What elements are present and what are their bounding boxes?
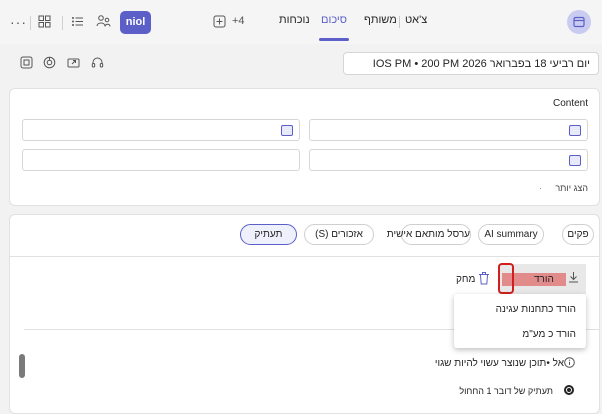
- content-heading: Content: [552, 98, 588, 109]
- more-options-icon[interactable]: ···: [10, 15, 27, 29]
- download-menu-item-vtt[interactable]: הורד כ מע"מ: [522, 329, 576, 340]
- chip-recap[interactable]: פקים: [562, 224, 594, 245]
- add-tab-count[interactable]: +4: [232, 15, 245, 27]
- meeting-avatar[interactable]: [567, 10, 591, 34]
- show-more-link[interactable]: הצג יותר: [555, 183, 588, 193]
- scrollbar-thumb[interactable]: [19, 354, 25, 378]
- chip-mentions[interactable]: אזכורים (S): [304, 224, 374, 245]
- content-field[interactable]: [309, 119, 588, 141]
- download-menu-item-docx[interactable]: הורד כתחנות עגינה: [496, 304, 576, 315]
- speaker-label: תעתיק של דובר 1 החחול: [459, 386, 553, 396]
- divider: [62, 16, 63, 30]
- calendar-icon: [573, 16, 585, 28]
- headset-icon[interactable]: [91, 56, 104, 72]
- content-card: [9, 88, 600, 206]
- tab-attendance[interactable]: נוכחות: [279, 14, 310, 26]
- content-field[interactable]: [22, 119, 300, 141]
- highlight-marker: [498, 263, 514, 294]
- tab-shared[interactable]: משותף: [364, 14, 397, 26]
- content-field[interactable]: [309, 149, 588, 171]
- active-tab-indicator: [319, 38, 349, 41]
- chip-ai-summary[interactable]: AI summary: [478, 224, 544, 245]
- chip-custom[interactable]: ערסל מותאם אישית: [387, 224, 471, 245]
- trash-icon[interactable]: [478, 272, 490, 288]
- ai-disclaimer: אל •תוכן שנוצר עשוי להיות שגוי: [434, 358, 564, 369]
- download-menu: הורד כתחנות עגינה הורד כ מע"מ: [454, 294, 586, 348]
- expand-icon[interactable]: [20, 56, 33, 72]
- chevron-icon: ·: [539, 183, 542, 193]
- content-field[interactable]: [22, 149, 300, 171]
- add-tab-icon[interactable]: [213, 15, 226, 31]
- file-icon: [569, 155, 581, 166]
- loop-icon[interactable]: [43, 56, 56, 72]
- info-icon[interactable]: [564, 357, 575, 371]
- people-icon[interactable]: [96, 14, 111, 32]
- speaker-radio[interactable]: [564, 385, 574, 395]
- share-screen-icon[interactable]: [67, 56, 80, 72]
- chip-transcript[interactable]: תעתיק: [240, 224, 297, 245]
- tab-summary[interactable]: סיכום: [321, 14, 347, 26]
- grid-icon[interactable]: [38, 15, 51, 31]
- download-icon: [568, 271, 579, 286]
- app-badge[interactable]: niol: [120, 11, 151, 34]
- file-icon: [569, 125, 581, 136]
- download-label: הורד: [534, 274, 554, 285]
- tab-chat[interactable]: צ'אט: [405, 14, 427, 26]
- divider: [399, 16, 400, 28]
- list-icon[interactable]: [71, 15, 84, 31]
- file-icon: [281, 125, 293, 136]
- divider: [10, 256, 599, 257]
- divider: [30, 16, 31, 30]
- meeting-date-box: יום רביעי 18 בפברואר 2026 IOS PM • 200 P…: [343, 52, 599, 75]
- meeting-date: יום רביעי 18 בפברואר 2026 IOS PM • 200 P…: [372, 58, 590, 70]
- delete-button[interactable]: מחק: [456, 274, 475, 285]
